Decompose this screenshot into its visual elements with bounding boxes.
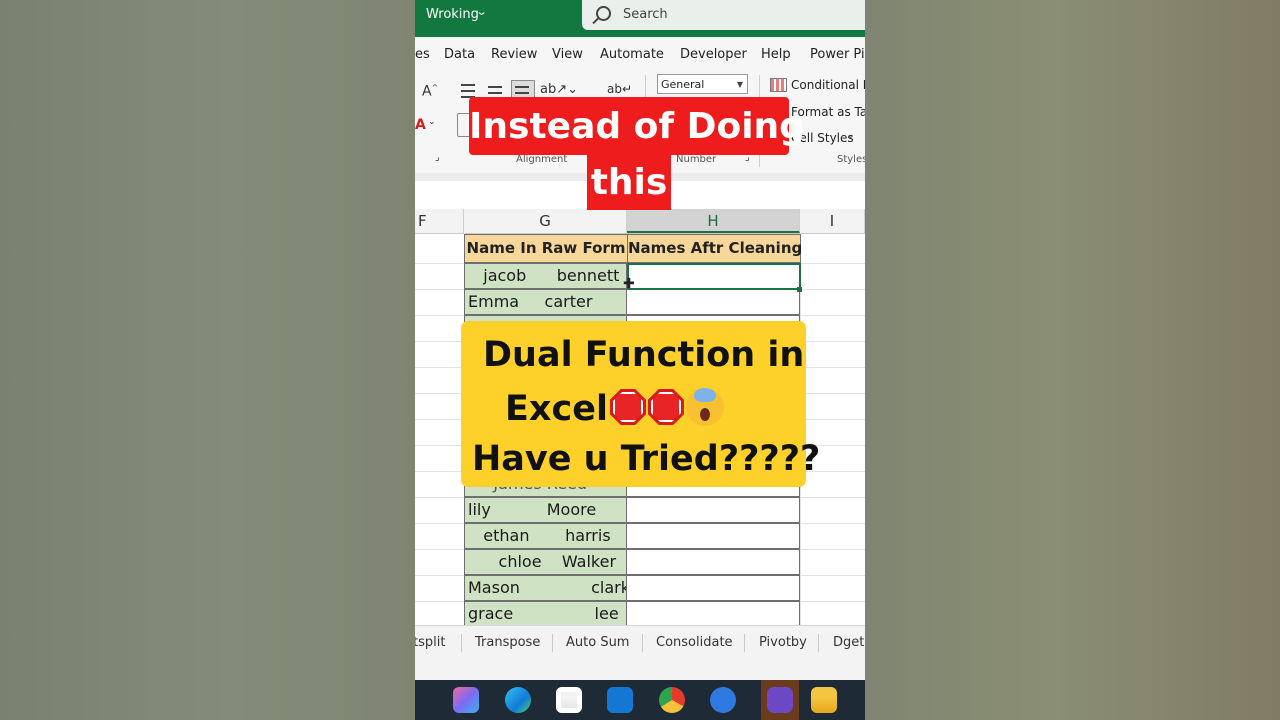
raw-name-cell[interactable]: Emma carter (464, 289, 627, 315)
sheet-tab-transpose[interactable]: Transpose (475, 635, 540, 650)
raw-name-cell[interactable]: grace lee (464, 601, 627, 625)
active-cell-selection[interactable] (627, 263, 801, 290)
sheet-tab-pivotby[interactable]: Pivotby (759, 635, 807, 650)
phone-screen: Wroking ⌄ Search es Data Review View Aut… (415, 0, 865, 720)
red-banner-line-1: Instead of Doing (469, 97, 805, 155)
store-icon[interactable] (556, 687, 582, 713)
raw-name-cell[interactable]: lily Moore (464, 497, 627, 523)
tab-separator (744, 634, 745, 652)
tab-separator (552, 634, 553, 652)
conditional-formatting-icon[interactable] (770, 78, 787, 92)
sheet-tab-auto-sum[interactable]: Auto Sum (566, 635, 629, 650)
raw-name-cell[interactable]: chloe Walker (464, 549, 627, 575)
number-format-value: General (661, 78, 705, 91)
fill-handle[interactable] (797, 287, 802, 292)
title-bar: Wroking ⌄ Search (415, 0, 865, 37)
tab-separator (642, 634, 643, 652)
chevron-down-icon: ⌄ (847, 131, 855, 141)
chevron-down-icon[interactable]: ⌄ (476, 5, 488, 18)
menu-tab-view[interactable]: View (552, 47, 583, 62)
red-banner-line-2: this (587, 155, 671, 210)
promo-line-2-text: Excel (505, 389, 608, 429)
sheet-tab-textsplit[interactable]: tsplit (415, 635, 445, 650)
header-cell-cleaned-names[interactable]: Names Aftr Cleaning (627, 234, 802, 263)
stop-sign-icon (609, 389, 646, 425)
wrap-text-icon[interactable]: ab↵ (607, 82, 632, 96)
screen-recorder-icon[interactable] (767, 687, 793, 713)
taskbar (415, 680, 865, 720)
cell-cursor-icon: ✚ (623, 276, 635, 292)
number-group-label: Number (676, 154, 717, 165)
app-icon[interactable] (710, 687, 736, 713)
cleaned-name-cell[interactable] (627, 289, 800, 315)
tab-separator (818, 634, 819, 652)
number-format-dropdown[interactable]: General ▼ (657, 74, 748, 94)
chevron-down-icon: ▼ (736, 80, 743, 89)
column-header-g[interactable]: G (464, 209, 627, 233)
copilot-icon[interactable] (453, 687, 479, 713)
sheet-tabs: tsplit Transpose Auto Sum Consolidate Pi… (415, 625, 865, 659)
file-explorer-icon[interactable] (811, 687, 837, 713)
menu-tab-power-pivot[interactable]: Power Piv (810, 47, 865, 62)
search-icon (596, 6, 611, 21)
edge-browser-icon[interactable] (505, 687, 531, 713)
promo-line-2: Excel (505, 388, 724, 429)
raw-name-cell[interactable]: ethan harris (464, 523, 627, 549)
column-header-h[interactable]: H (627, 209, 800, 233)
menu-tab-formulas-partial[interactable]: es (415, 47, 430, 62)
cleaned-name-cell[interactable] (627, 575, 800, 601)
align-top-icon[interactable] (461, 84, 475, 98)
column-header-i[interactable]: I (800, 209, 865, 233)
sheet-tab-dget[interactable]: Dget (833, 635, 864, 650)
font-size-increase-icon[interactable]: A^ (422, 83, 438, 100)
raw-name-cell[interactable]: Mason clark (464, 575, 627, 601)
menu-tab-developer[interactable]: Developer (680, 47, 747, 62)
font-color-dropdown-icon[interactable]: ⌄ (428, 117, 436, 127)
chrome-icon[interactable] (659, 687, 685, 713)
menu-tab-review[interactable]: Review (491, 47, 537, 62)
stop-sign-icon (647, 389, 684, 425)
cleaned-name-cell[interactable] (627, 549, 800, 575)
column-header-f[interactable]: F (415, 209, 464, 233)
cleaned-name-cell[interactable] (627, 601, 800, 625)
raw-name-cell[interactable]: jacob bennett (464, 263, 627, 289)
menu-tab-help[interactable]: Help (761, 47, 791, 62)
menu-tab-data[interactable]: Data (444, 47, 475, 62)
cleaned-name-cell[interactable] (627, 497, 800, 523)
tab-separator (461, 634, 462, 652)
cleaned-name-cell[interactable] (627, 523, 800, 549)
workbook-name[interactable]: Wroking (426, 7, 479, 22)
search-placeholder: Search (623, 7, 668, 22)
styles-group-label: Styles (837, 154, 865, 165)
search-box[interactable]: Search (582, 0, 865, 30)
menu-tab-automate[interactable]: Automate (600, 47, 664, 62)
promo-line-3: Have u Tried????? (472, 439, 821, 479)
conditional-formatting-button[interactable]: Conditional Fo (791, 78, 865, 92)
promo-line-1: Dual Function in (483, 335, 805, 375)
dialog-launcher-icon[interactable]: ⌟ (435, 152, 440, 163)
mail-icon[interactable] (607, 687, 633, 713)
screaming-face-icon (685, 388, 724, 426)
column-headers: F G H I (415, 209, 865, 234)
sheet-tab-consolidate[interactable]: Consolidate (656, 635, 733, 650)
orientation-icon[interactable]: ab↗⌄ (540, 82, 578, 97)
header-cell-raw-names[interactable]: Name In Raw Form (464, 234, 628, 263)
font-color-icon[interactable]: A (415, 117, 426, 133)
promo-card: Dual Function in Excel Have u Tried????? (461, 321, 820, 487)
alignment-group-label: Alignment (516, 154, 568, 165)
menu-bar: es Data Review View Automate Developer H… (415, 37, 865, 69)
status-bar (415, 658, 865, 680)
